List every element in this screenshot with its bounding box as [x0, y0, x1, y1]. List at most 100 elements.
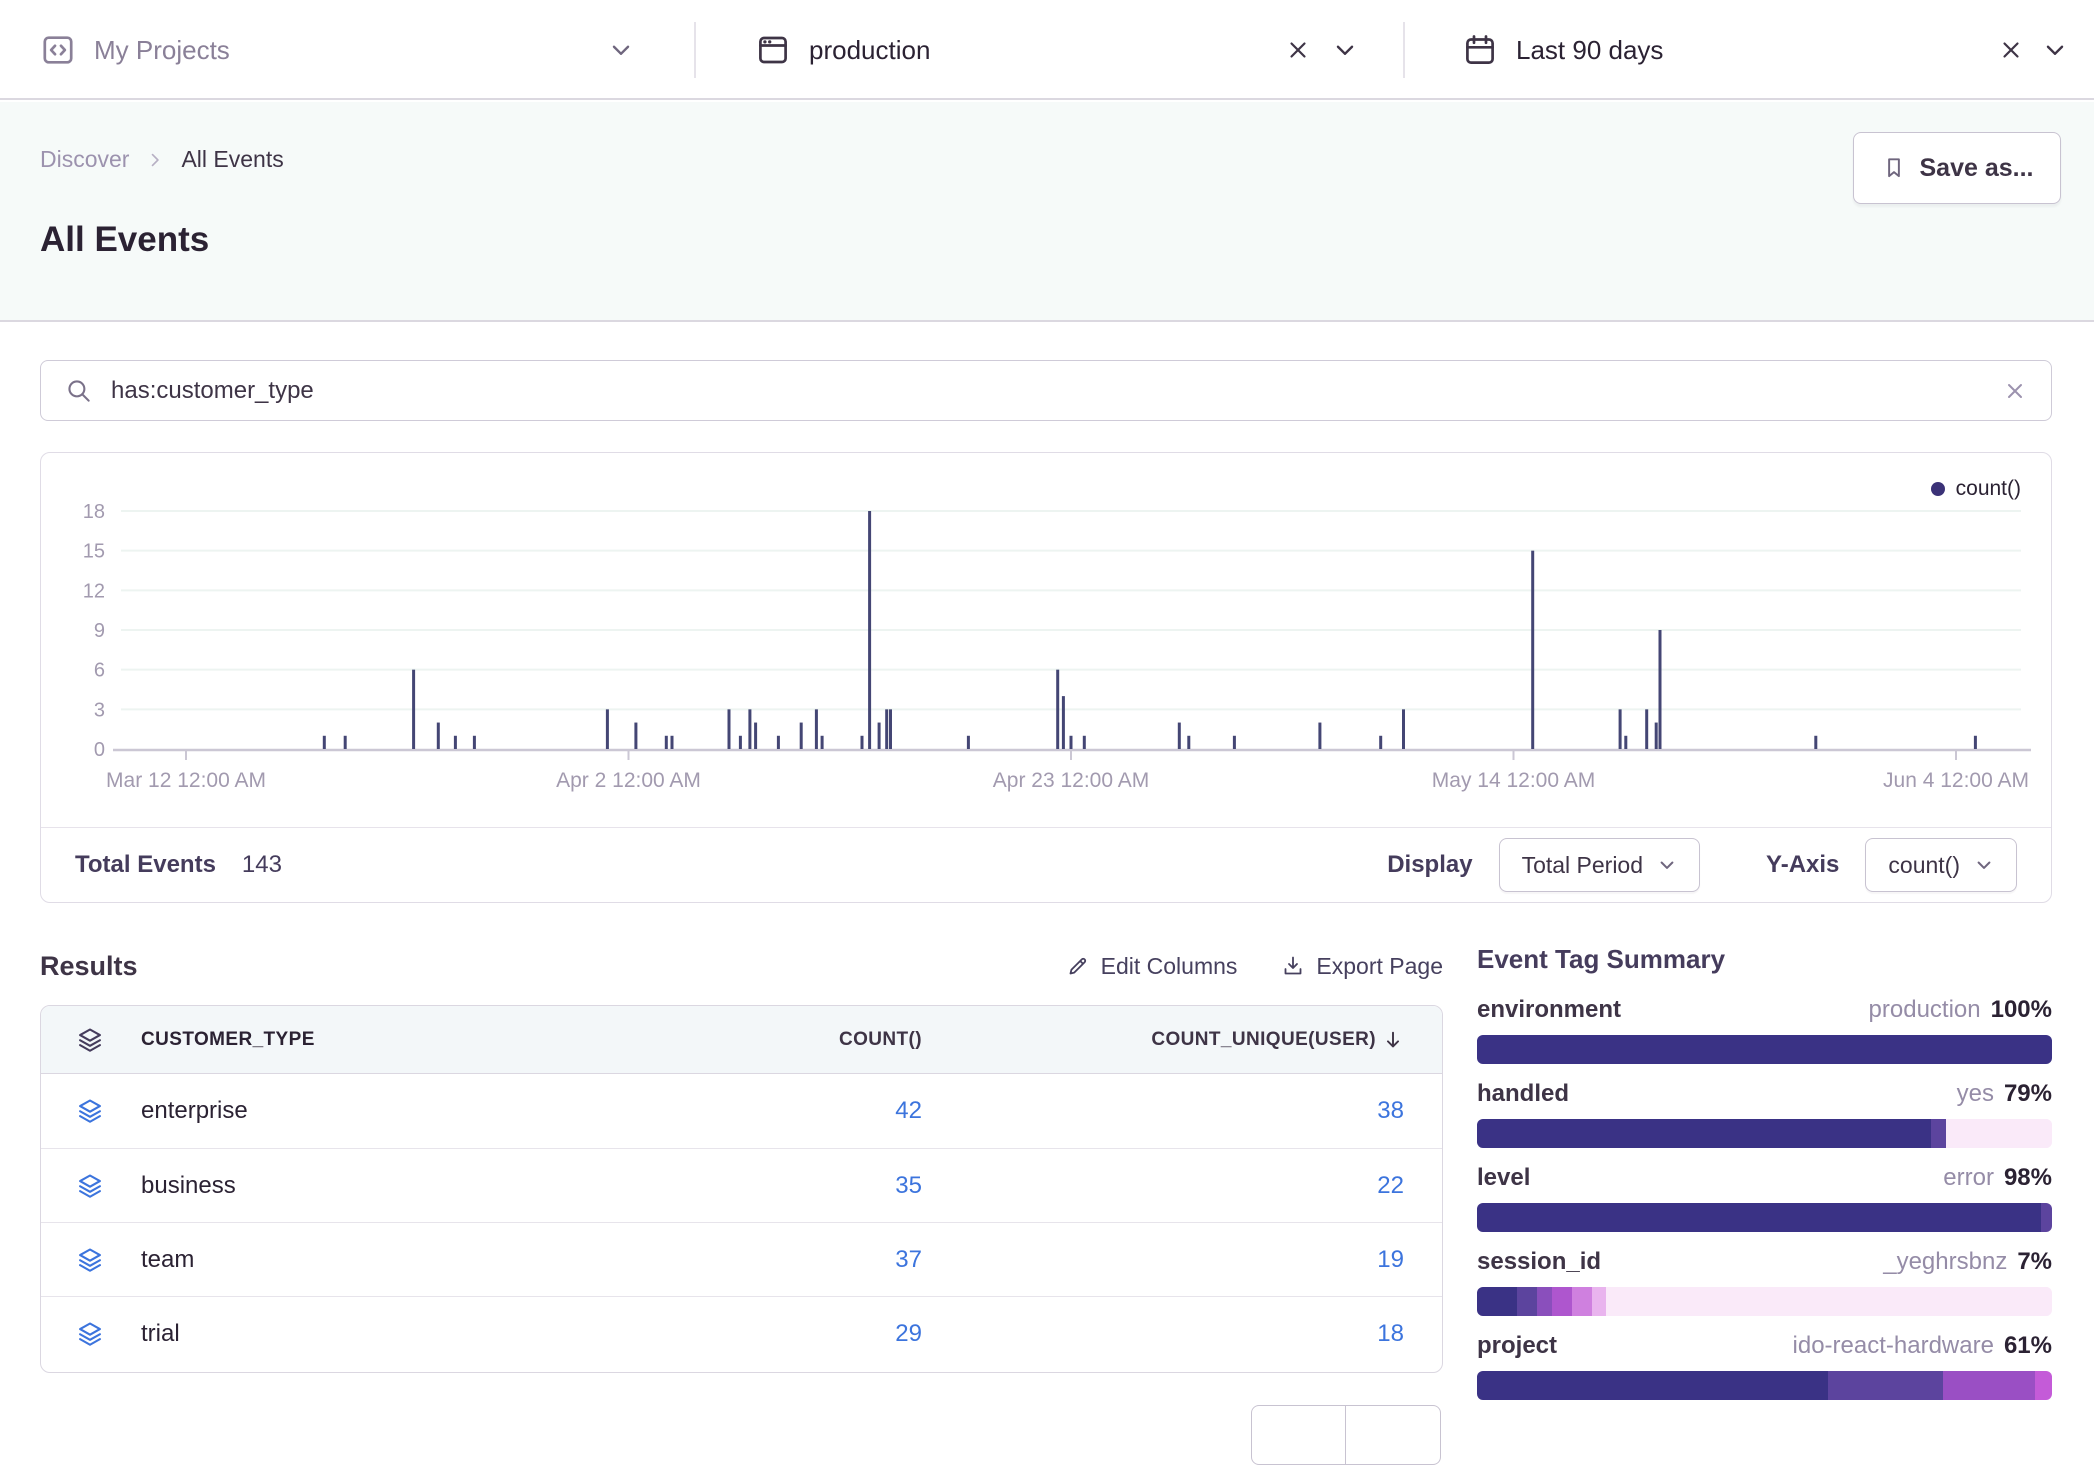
tag-block-level: level error 98% — [1477, 1164, 2052, 1232]
download-icon — [1281, 954, 1305, 978]
environment-window-icon — [755, 32, 791, 68]
yaxis-label: Y-Axis — [1766, 851, 1839, 879]
y-axis-tick-label: 18 — [83, 501, 105, 523]
display-select-value: Total Period — [1522, 852, 1643, 879]
search-input[interactable] — [111, 377, 2003, 405]
events-time-series-chart: 0369121518Mar 12 12:00 AMApr 2 12:00 AMA… — [41, 453, 2051, 827]
x-axis-tick-label: May 14 12:00 AM — [1432, 769, 1595, 792]
chevron-down-icon — [1657, 855, 1677, 875]
stack-icon — [41, 1320, 141, 1348]
table-row[interactable]: enterprise 42 38 — [41, 1074, 1442, 1148]
table-row[interactable]: trial 29 18 — [41, 1296, 1442, 1370]
yaxis-select[interactable]: count() — [1865, 838, 2017, 892]
tag-bar-segment — [1477, 1287, 1517, 1316]
project-chevron-down-icon[interactable] — [608, 37, 634, 63]
results-header: Results Edit Columns Export Page — [40, 944, 1443, 988]
tag-distribution-bar[interactable] — [1477, 1119, 2052, 1148]
search-icon — [65, 377, 93, 405]
daterange-filter[interactable]: Last 90 days — [1462, 0, 1663, 100]
projects-icon — [40, 32, 76, 68]
breadcrumb-chevron-right-icon — [145, 150, 165, 170]
environment-chevron-down-icon[interactable] — [1332, 37, 1358, 63]
y-axis-tick-label: 0 — [94, 739, 105, 761]
tag-bar-segment — [1592, 1287, 1606, 1316]
tag-distribution-bar[interactable] — [1477, 1371, 2052, 1400]
tag-top-value: error — [1943, 1164, 1994, 1192]
daterange-chevron-down-icon[interactable] — [2042, 37, 2068, 63]
column-header-count[interactable]: COUNT() — [622, 1029, 922, 1051]
environment-filter-label: production — [809, 35, 930, 66]
project-selector-label: My Projects — [94, 35, 230, 66]
page-title: All Events — [40, 220, 209, 260]
display-select[interactable]: Total Period — [1499, 838, 1700, 892]
yaxis-select-value: count() — [1888, 852, 1960, 879]
environment-filter[interactable]: production — [755, 0, 930, 100]
display-label: Display — [1387, 851, 1472, 879]
pagination-previous-button[interactable] — [1251, 1405, 1346, 1465]
cell-count-unique-link[interactable]: 19 — [922, 1246, 1442, 1274]
search-clear-icon[interactable] — [2003, 379, 2027, 403]
results-table: CUSTOMER_TYPE COUNT() COUNT_UNIQUE(USER)… — [40, 1005, 1443, 1373]
total-events-label: Total Events — [75, 851, 216, 879]
tag-bar-segment — [1537, 1287, 1551, 1316]
y-axis-tick-label: 6 — [94, 660, 105, 682]
cell-customer-type: team — [141, 1246, 622, 1274]
tag-bar-segment — [1943, 1371, 2035, 1400]
chart-legend[interactable]: count() — [1931, 477, 2021, 501]
cell-customer-type: trial — [141, 1320, 622, 1348]
cell-customer-type: business — [141, 1172, 622, 1200]
export-page-button[interactable]: Export Page — [1281, 953, 1443, 980]
edit-columns-button[interactable]: Edit Columns — [1066, 953, 1238, 980]
tag-bar-segment — [1946, 1119, 2052, 1148]
sort-descending-arrow-icon — [1382, 1029, 1404, 1051]
cell-count-link[interactable]: 35 — [622, 1172, 922, 1200]
results-heading: Results — [40, 951, 138, 982]
tag-distribution-bar[interactable] — [1477, 1287, 2052, 1316]
daterange-filter-label: Last 90 days — [1516, 35, 1663, 66]
tag-bar-segment — [1477, 1371, 1828, 1400]
total-events-value: 143 — [242, 851, 282, 879]
cell-count-link[interactable]: 29 — [622, 1320, 922, 1348]
calendar-icon — [1462, 32, 1498, 68]
breadcrumb-discover[interactable]: Discover — [40, 146, 129, 173]
cell-count-unique-link[interactable]: 22 — [922, 1172, 1442, 1200]
tag-name: handled — [1477, 1080, 1569, 1108]
save-as-button[interactable]: Save as... — [1853, 132, 2061, 204]
daterange-clear-icon[interactable] — [1998, 37, 2024, 63]
cell-count-unique-link[interactable]: 18 — [922, 1320, 1442, 1348]
tag-bar-segment — [1517, 1287, 1537, 1316]
tag-bar-segment — [1477, 1035, 2052, 1064]
tag-distribution-bar[interactable] — [1477, 1035, 2052, 1064]
tag-top-value: ido-react-hardware — [1793, 1332, 1994, 1360]
topbar-divider — [1403, 22, 1405, 78]
pencil-icon — [1066, 954, 1090, 978]
tag-bar-segment — [1606, 1287, 2049, 1316]
y-axis-tick-label: 15 — [83, 541, 105, 563]
cell-count-link[interactable]: 37 — [622, 1246, 922, 1274]
stack-icon[interactable] — [41, 1026, 141, 1054]
column-header-count-unique-user[interactable]: COUNT_UNIQUE(USER) — [922, 1029, 1442, 1051]
pagination-next-button[interactable] — [1346, 1405, 1441, 1465]
chevron-down-icon — [1974, 855, 1994, 875]
tag-top-percent: 79% — [2004, 1080, 2052, 1108]
table-row[interactable]: business 35 22 — [41, 1148, 1442, 1222]
cell-count-link[interactable]: 42 — [622, 1097, 922, 1125]
tag-distribution-bar[interactable] — [1477, 1203, 2052, 1232]
tag-bar-segment — [1552, 1287, 1572, 1316]
cell-count-unique-link[interactable]: 38 — [922, 1097, 1442, 1125]
breadcrumb-all-events: All Events — [181, 146, 283, 173]
project-selector[interactable]: My Projects — [40, 0, 230, 100]
tag-bar-segment — [1828, 1371, 1943, 1400]
breadcrumb: Discover All Events — [40, 146, 284, 173]
tag-name: session_id — [1477, 1248, 1601, 1276]
tag-summary-heading: Event Tag Summary — [1477, 944, 2052, 975]
environment-clear-icon[interactable] — [1285, 37, 1311, 63]
tag-bar-segment — [2041, 1203, 2053, 1232]
tag-top-value: production — [1869, 996, 1981, 1024]
cell-customer-type: enterprise — [141, 1097, 622, 1125]
tag-top-value: yes — [1957, 1080, 1994, 1108]
global-filter-bar: My Projects production Last 90 days — [0, 0, 2094, 100]
stack-icon — [41, 1097, 141, 1125]
column-header-customer-type[interactable]: CUSTOMER_TYPE — [141, 1029, 622, 1051]
table-row[interactable]: team 37 19 — [41, 1222, 1442, 1296]
